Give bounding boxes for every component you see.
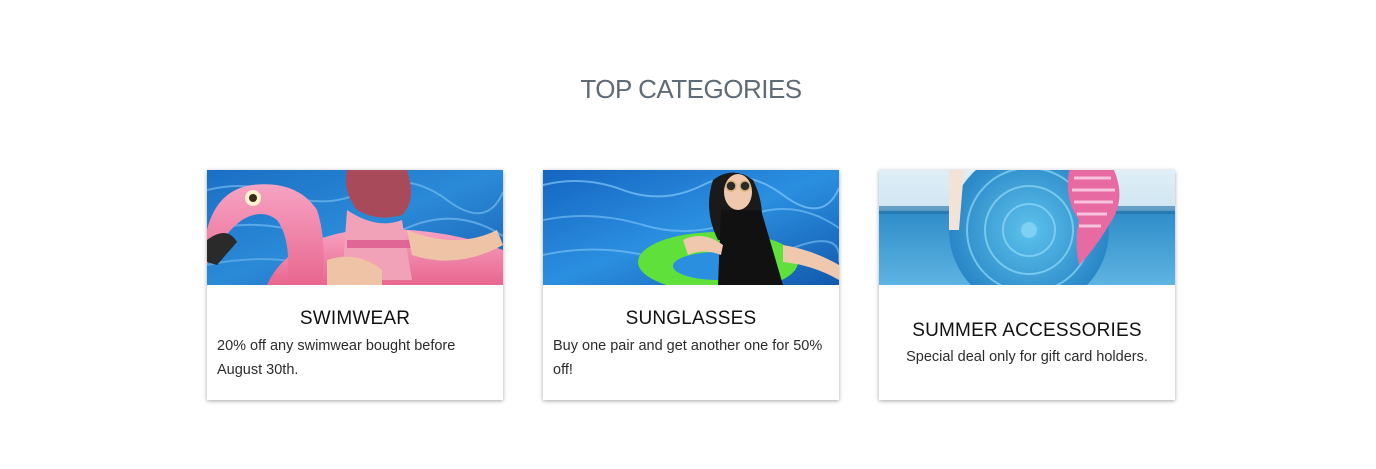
swimwear-description: 20% off any swimwear bought before Augus… bbox=[217, 338, 456, 378]
sunglasses-image[interactable] bbox=[543, 170, 839, 285]
category-card-summer-accessories[interactable]: SUMMER ACCESSORIES Special deal only for… bbox=[879, 170, 1175, 400]
sunglasses-title[interactable]: SUNGLASSES bbox=[543, 308, 839, 330]
swimwear-card-body: SWIMWEAR 20% off any swimwear bought bef… bbox=[207, 285, 503, 400]
summer-accessories-card-body: SUMMER ACCESSORIES Special deal only for… bbox=[879, 285, 1175, 400]
category-card-sunglasses[interactable]: SUNGLASSES Buy one pair and get another … bbox=[543, 170, 839, 400]
summer-accessories-description: Special deal only for gift card holders. bbox=[906, 349, 1148, 365]
summer-accessories-title[interactable]: SUMMER ACCESSORIES bbox=[879, 320, 1175, 342]
swimwear-image[interactable] bbox=[207, 170, 503, 285]
summer-accessories-image[interactable] bbox=[879, 170, 1175, 285]
section-title: TOP CATEGORIES bbox=[580, 74, 802, 104]
swimwear-title[interactable]: SWIMWEAR bbox=[207, 308, 503, 330]
sunglasses-description: Buy one pair and get another one for 50%… bbox=[553, 338, 823, 378]
category-card-swimwear[interactable]: SWIMWEAR 20% off any swimwear bought bef… bbox=[207, 170, 503, 400]
sunglasses-card-body: SUNGLASSES Buy one pair and get another … bbox=[543, 285, 839, 400]
